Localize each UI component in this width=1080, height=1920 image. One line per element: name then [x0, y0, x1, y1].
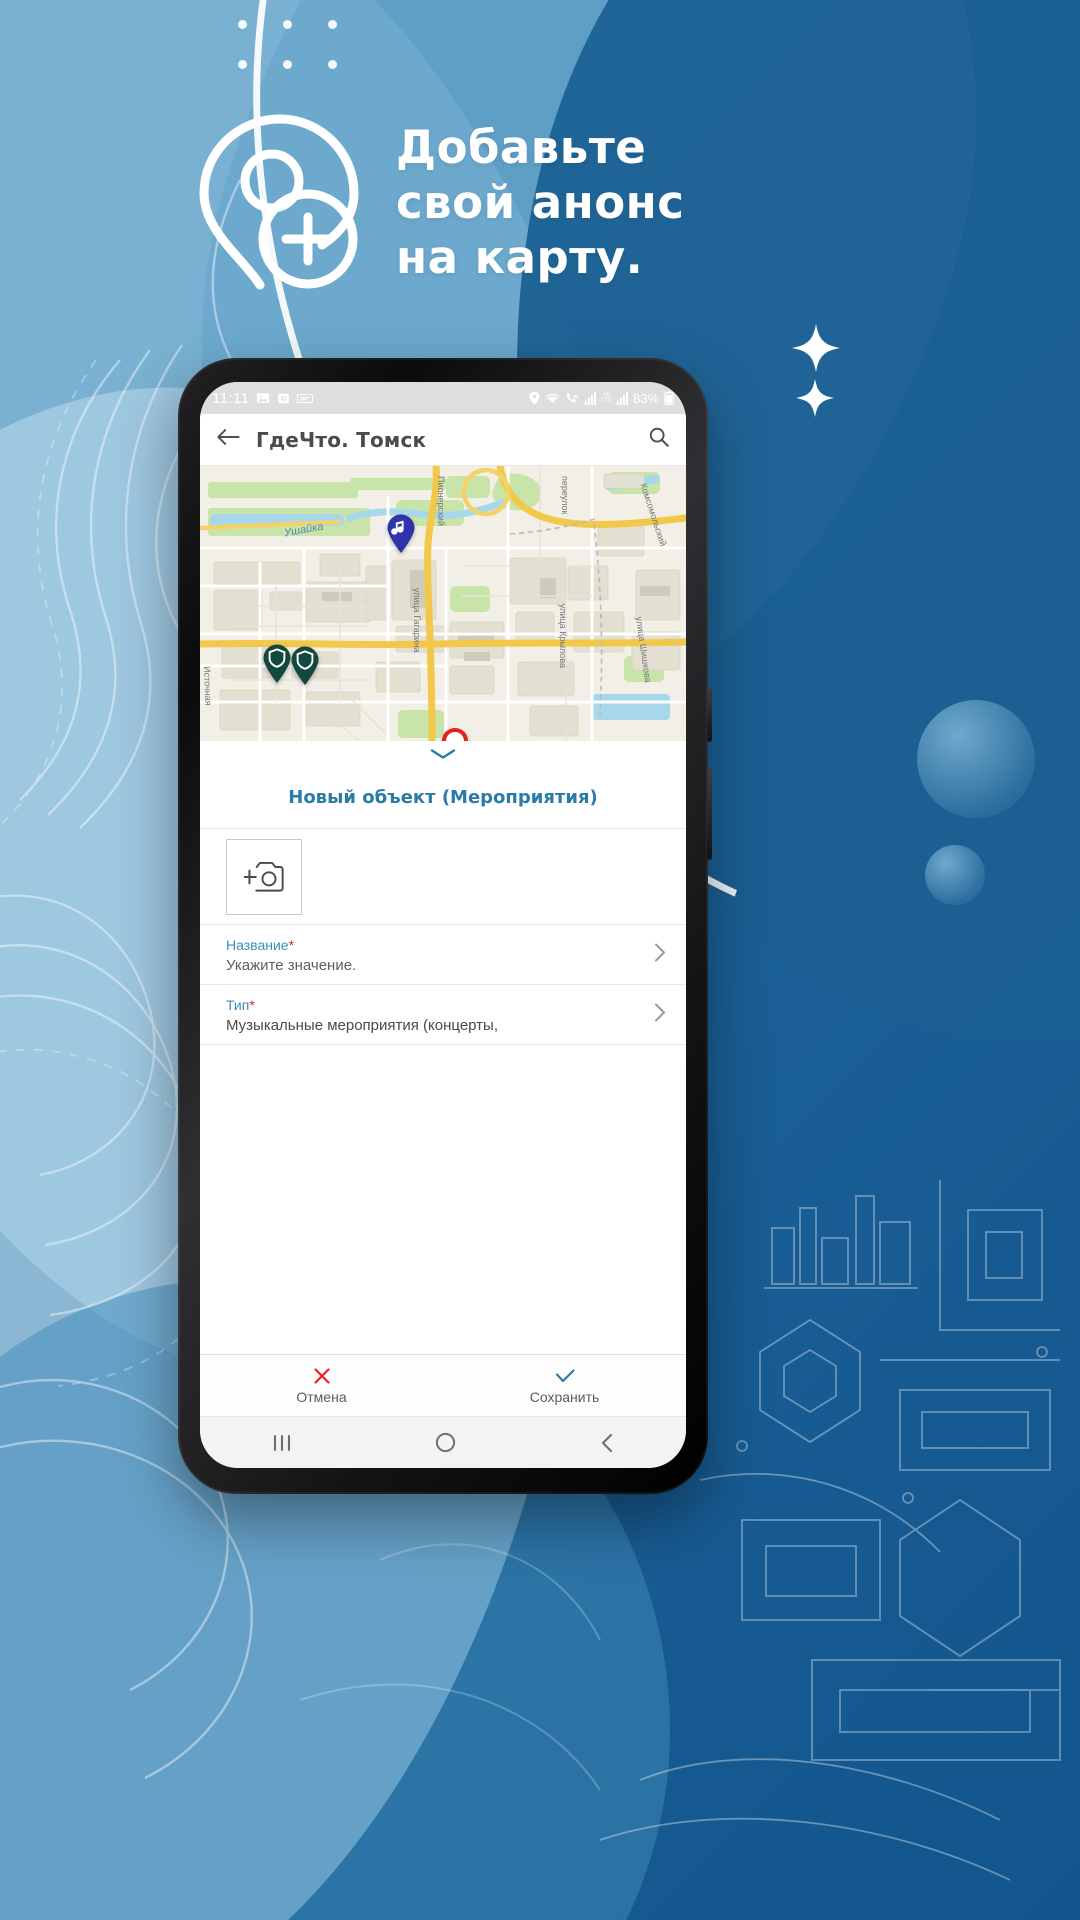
volte-icon: Vo LTE [601, 392, 612, 404]
check-icon [555, 1369, 575, 1383]
field-type[interactable]: Тип* Музыкальные мероприятия (концерты, [200, 985, 686, 1045]
chevron-down-icon [430, 749, 456, 759]
field-name[interactable]: Название* Укажите значение. [200, 925, 686, 985]
cancel-button-label: Отмена [296, 1389, 347, 1405]
field-type-label: Тип* [226, 997, 660, 1013]
page-title: ГдеЧто. Томск [256, 427, 427, 452]
save-button-label: Сохранить [529, 1389, 600, 1405]
wifi-icon [545, 392, 560, 405]
save-button[interactable]: Сохранить [443, 1355, 686, 1416]
headline-line-1: Добавьте [396, 121, 647, 174]
search-icon[interactable] [648, 426, 670, 453]
field-type-label-text: Тип [226, 997, 250, 1013]
sparkle-icon-large [792, 324, 840, 372]
phone-mockup: 11:11 Vo LTE 83% ГдеЧто. Томск Ушайка ул… [178, 358, 712, 1494]
map-label-gagarina: улица Гагарина [412, 588, 422, 653]
android-nav-bar [200, 1416, 686, 1468]
decorative-sphere-large [917, 700, 1035, 818]
action-bar: Отмена Сохранить [200, 1354, 686, 1416]
app-bar: ГдеЧто. Томск [200, 414, 686, 466]
arrow-back-icon[interactable] [216, 427, 240, 452]
bottom-sheet: Новый объект (Мероприятия) Название* Ука… [200, 741, 686, 1354]
status-bar-right-icons: Vo LTE 83% [529, 391, 674, 406]
nav-back-icon[interactable] [599, 1433, 615, 1453]
phone-screen: 11:11 Vo LTE 83% ГдеЧто. Томск Ушайка ул… [200, 382, 686, 1468]
signal-2-icon [616, 391, 628, 405]
status-bar-time: 11:11 [212, 389, 250, 407]
camera-icon [277, 392, 290, 405]
status-bar: 11:11 Vo LTE 83% [200, 382, 686, 414]
home-circle-icon[interactable] [435, 1432, 456, 1453]
map-label-istochnaya: Источная [202, 666, 214, 706]
headline-line-3: на карту. [396, 231, 644, 284]
map-label-pionersky: Пионерский [436, 476, 446, 526]
decorative-sphere-small [925, 845, 985, 905]
field-name-label: Название* [226, 937, 660, 953]
map-label-pereulok: переулок [560, 476, 570, 515]
gallery-icon [256, 391, 270, 405]
chevron-right-icon[interactable] [654, 1002, 666, 1027]
signal-icon [585, 391, 597, 405]
map-pin-plus-icon [199, 114, 359, 290]
chevron-right-icon[interactable] [654, 942, 666, 967]
close-icon [313, 1368, 330, 1384]
sheet-title: Новый объект (Мероприятия) [200, 767, 686, 829]
field-name-value: Укажите значение. [226, 957, 357, 974]
add-photo-button[interactable] [226, 838, 302, 915]
battery-icon [664, 391, 674, 405]
field-type-value: Музыкальные мероприятия (концерты, [226, 1017, 498, 1034]
call-wifi-icon [565, 392, 580, 405]
cancel-button[interactable]: Отмена [200, 1355, 443, 1416]
field-name-label-text: Название [226, 937, 289, 953]
photo-row [200, 829, 686, 925]
sheet-collapse-handle[interactable] [200, 741, 686, 767]
map-view[interactable]: Ушайка улица Гагарина Пионерский переуло… [200, 466, 686, 741]
poster-headline: Добавьте свой анонс на карту. [396, 120, 726, 285]
sparkle-icon-small [796, 379, 834, 417]
headline-line-2: свой анонс [396, 176, 685, 229]
sim-card-icon [297, 393, 314, 404]
required-asterisk: * [249, 997, 255, 1013]
shield-marker-1[interactable] [262, 644, 292, 684]
location-icon [529, 391, 540, 405]
music-marker-1[interactable] [386, 514, 416, 554]
map-label-krylova: улица Крылова [558, 604, 568, 669]
shield-marker-2[interactable] [290, 646, 320, 686]
add-photo-icon [244, 861, 284, 892]
poster-root: Добавьте свой анонс на карту. 11:11 Vo L… [0, 0, 1080, 1920]
recents-icon[interactable] [271, 1434, 293, 1452]
battery-percent-label: 83% [632, 390, 659, 406]
required-asterisk: * [288, 937, 295, 953]
